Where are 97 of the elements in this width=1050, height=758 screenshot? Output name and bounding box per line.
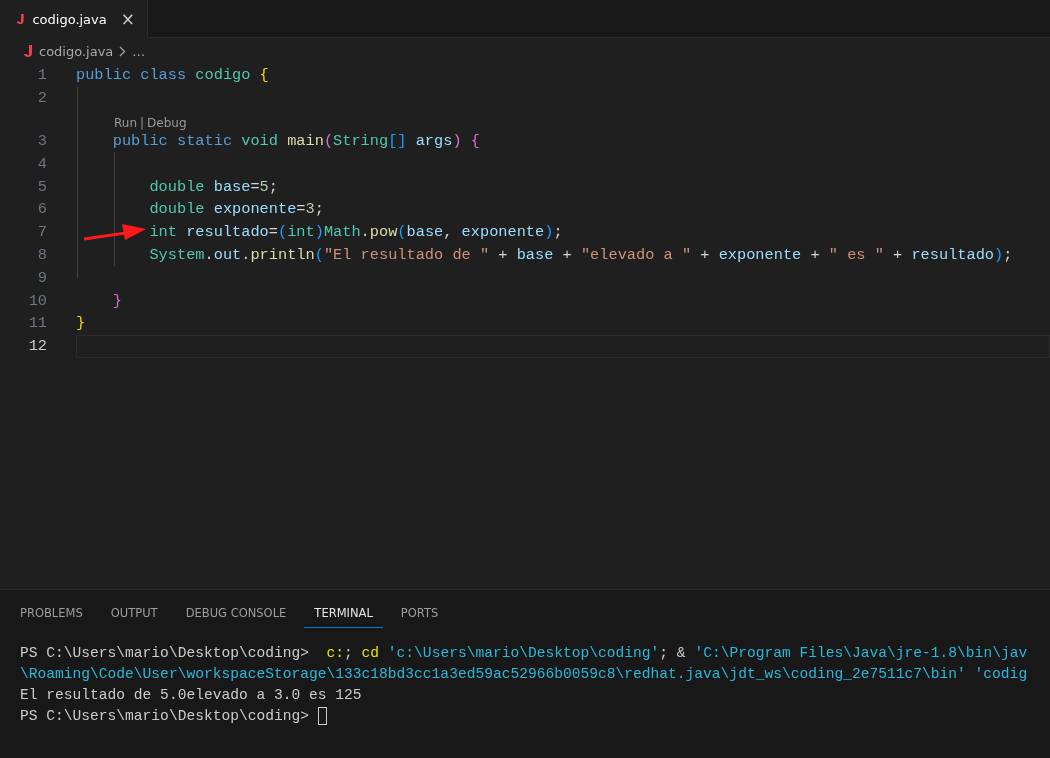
line-number: 9 xyxy=(36,268,47,287)
codelens-link[interactable]: Debug xyxy=(147,115,187,130)
line-number: 11 xyxy=(27,314,47,333)
panel-tab[interactable]: DEBUG CONSOLE xyxy=(175,606,297,628)
chevron-icon xyxy=(119,45,127,57)
type-name: codigo xyxy=(195,66,252,85)
type-name: double xyxy=(149,200,206,219)
panel-tab[interactable]: PORTS xyxy=(390,606,449,628)
line-number: 10 xyxy=(27,291,47,310)
line-number: 4 xyxy=(36,154,47,173)
code-text: + xyxy=(700,245,711,264)
bracket: ( xyxy=(323,132,334,150)
bracket: ) xyxy=(994,245,1004,264)
string-literal: " es " xyxy=(828,245,884,264)
code-text: ; xyxy=(553,223,563,242)
bracket: { xyxy=(259,66,269,85)
function-name: println xyxy=(250,245,315,264)
variable: exponente xyxy=(461,223,545,242)
number-literal: 5 xyxy=(259,177,269,196)
variable: resultado xyxy=(186,223,269,242)
type-name: int xyxy=(149,223,178,242)
code-text: ; xyxy=(268,177,278,196)
panel-tab[interactable]: OUTPUT xyxy=(100,606,168,628)
variable: exponente xyxy=(718,245,802,264)
code-text: ; xyxy=(314,200,324,219)
function-name: main xyxy=(287,132,324,150)
variable: exponente xyxy=(213,200,297,219)
code-text: . xyxy=(360,223,370,242)
code-text: + xyxy=(893,245,904,264)
number-literal: 3 xyxy=(305,200,315,219)
bracket: } xyxy=(112,291,122,310)
variable: base xyxy=(406,223,444,242)
terminal-text: PS C:\Users\mario\Desktop\coding> xyxy=(20,644,310,661)
variable: base xyxy=(213,177,251,196)
bracket: ) xyxy=(544,223,554,242)
bracket: ) { xyxy=(452,132,480,150)
java-icon xyxy=(23,44,33,58)
code-text: = xyxy=(268,223,278,242)
line-number: 6 xyxy=(36,200,47,219)
terminal-text: 'C:\Program Files\Java\jre-1.8\bin\jav xyxy=(694,644,1028,661)
bracket: } xyxy=(76,314,86,333)
panel-tab[interactable]: PROBLEMS xyxy=(10,606,93,628)
function-name: pow xyxy=(369,223,398,242)
line-number: 12 xyxy=(27,337,47,356)
keyword: static xyxy=(177,132,234,150)
java-icon xyxy=(16,12,25,26)
keyword: public xyxy=(76,66,133,85)
breadcrumb-item[interactable]: codigo.java xyxy=(39,43,114,59)
line-number: 3 xyxy=(36,132,47,150)
string-literal: "elevado a " xyxy=(580,245,692,264)
code-text: = xyxy=(296,200,306,219)
keyword: public xyxy=(112,132,169,150)
code-text: + xyxy=(498,245,509,264)
keyword: class xyxy=(140,66,188,85)
line-number: 8 xyxy=(36,245,47,264)
terminal-text: PS C:\Users\mario\Desktop\coding> xyxy=(20,707,310,724)
type-name: int xyxy=(287,223,315,242)
separator: | xyxy=(140,115,145,130)
type-name: void xyxy=(241,132,279,150)
panel-tab[interactable]: TERMINAL xyxy=(304,606,383,628)
bracket: ) xyxy=(314,223,324,242)
variable: args xyxy=(415,132,453,150)
bracket: [] xyxy=(388,132,407,150)
variable: out xyxy=(213,245,242,264)
editor-tab[interactable]: codigo.java × xyxy=(0,0,148,38)
variable: base xyxy=(516,245,554,264)
code-text: + xyxy=(810,245,821,264)
bracket: ( xyxy=(397,223,407,242)
terminal-text: ; xyxy=(344,644,354,661)
codelens-link[interactable]: Run xyxy=(114,115,137,130)
type-name: double xyxy=(149,177,206,196)
line-number: 5 xyxy=(36,177,47,196)
terminal-text: c: xyxy=(326,644,345,661)
terminal-text: cd xyxy=(361,644,381,661)
terminal-text: 'c:\Users\mario\Desktop\coding' xyxy=(387,644,660,661)
string-literal: "El resultado de " xyxy=(323,245,490,264)
variable: resultado xyxy=(911,245,995,264)
bracket: ( xyxy=(314,245,324,264)
line-number: 1 xyxy=(36,66,47,85)
terminal-text: ; & xyxy=(659,644,687,661)
bracket: ( xyxy=(277,223,288,242)
annotation-arrow xyxy=(82,222,148,242)
type-name: Math xyxy=(323,223,361,242)
line-number: 7 xyxy=(36,223,47,242)
terminal-text: El resultado de 5.0elevado a 3.0 es 125 xyxy=(20,686,362,703)
code-text: + xyxy=(562,245,573,264)
type-name: System xyxy=(149,245,205,264)
type-name: String xyxy=(333,132,389,150)
code-text: . xyxy=(241,245,251,264)
code-text: ; xyxy=(1003,245,1013,264)
tab-label: codigo.java xyxy=(32,11,107,27)
code-text: = xyxy=(250,177,260,196)
breadcrumb-item[interactable]: … xyxy=(132,43,146,59)
line-number: 2 xyxy=(36,89,47,108)
code-text: , xyxy=(443,223,454,242)
code-text: . xyxy=(204,245,214,264)
terminal-text: \Roaming\Code\User\workspaceStorage\133c18bd3cc1a3ed59ac52966b0059c8\redhat.java\jdt_ws\coding_2e7511c7\bin' 'codig xyxy=(20,665,1028,682)
